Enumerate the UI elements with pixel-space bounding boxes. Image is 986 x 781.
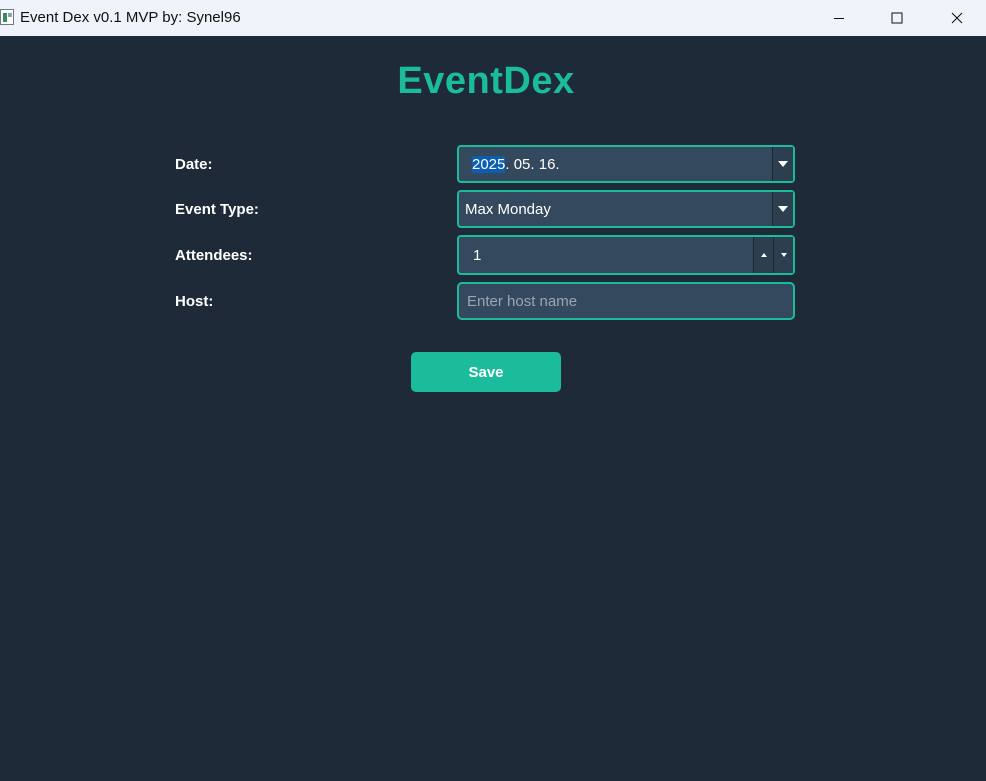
window-titlebar: Event Dex v0.1 MVP by: Synel96 — [0, 0, 986, 36]
app-window-icon — [0, 9, 14, 25]
minimize-icon — [834, 18, 844, 19]
event-type-value: Max Monday — [465, 201, 551, 218]
host-label: Host: — [175, 293, 214, 310]
attendees-label: Attendees: — [175, 247, 253, 264]
app-title: EventDex — [397, 60, 575, 102]
date-value: 2025. 05. 16. — [472, 156, 560, 173]
attendees-decrement-button[interactable] — [773, 237, 793, 273]
event-type-select[interactable]: Max Monday — [457, 190, 795, 228]
host-input[interactable] — [457, 282, 795, 320]
date-year-selection: 2025 — [472, 156, 506, 173]
close-icon — [951, 12, 963, 24]
save-button[interactable]: Save — [411, 352, 561, 392]
chevron-down-icon — [778, 161, 788, 167]
chevron-down-icon — [778, 206, 788, 212]
attendees-value: 1 — [473, 247, 482, 264]
date-dropdown-button[interactable] — [772, 147, 793, 181]
maximize-icon — [891, 12, 903, 24]
event-type-label: Event Type: — [175, 201, 259, 218]
event-type-dropdown-button[interactable] — [772, 192, 793, 226]
date-label: Date: — [175, 156, 213, 173]
close-button[interactable] — [928, 0, 986, 36]
arrow-up-icon — [760, 253, 767, 257]
date-field[interactable]: 2025. 05. 16. — [457, 145, 795, 183]
date-value-rest: . 05. 16. — [505, 156, 560, 173]
attendees-spinbox[interactable]: 1 — [457, 235, 795, 275]
window-title: Event Dex v0.1 MVP by: Synel96 — [20, 9, 241, 26]
attendees-increment-button[interactable] — [753, 237, 773, 273]
arrow-down-icon — [780, 253, 787, 257]
maximize-button[interactable] — [868, 0, 926, 36]
minimize-button[interactable] — [810, 0, 868, 36]
